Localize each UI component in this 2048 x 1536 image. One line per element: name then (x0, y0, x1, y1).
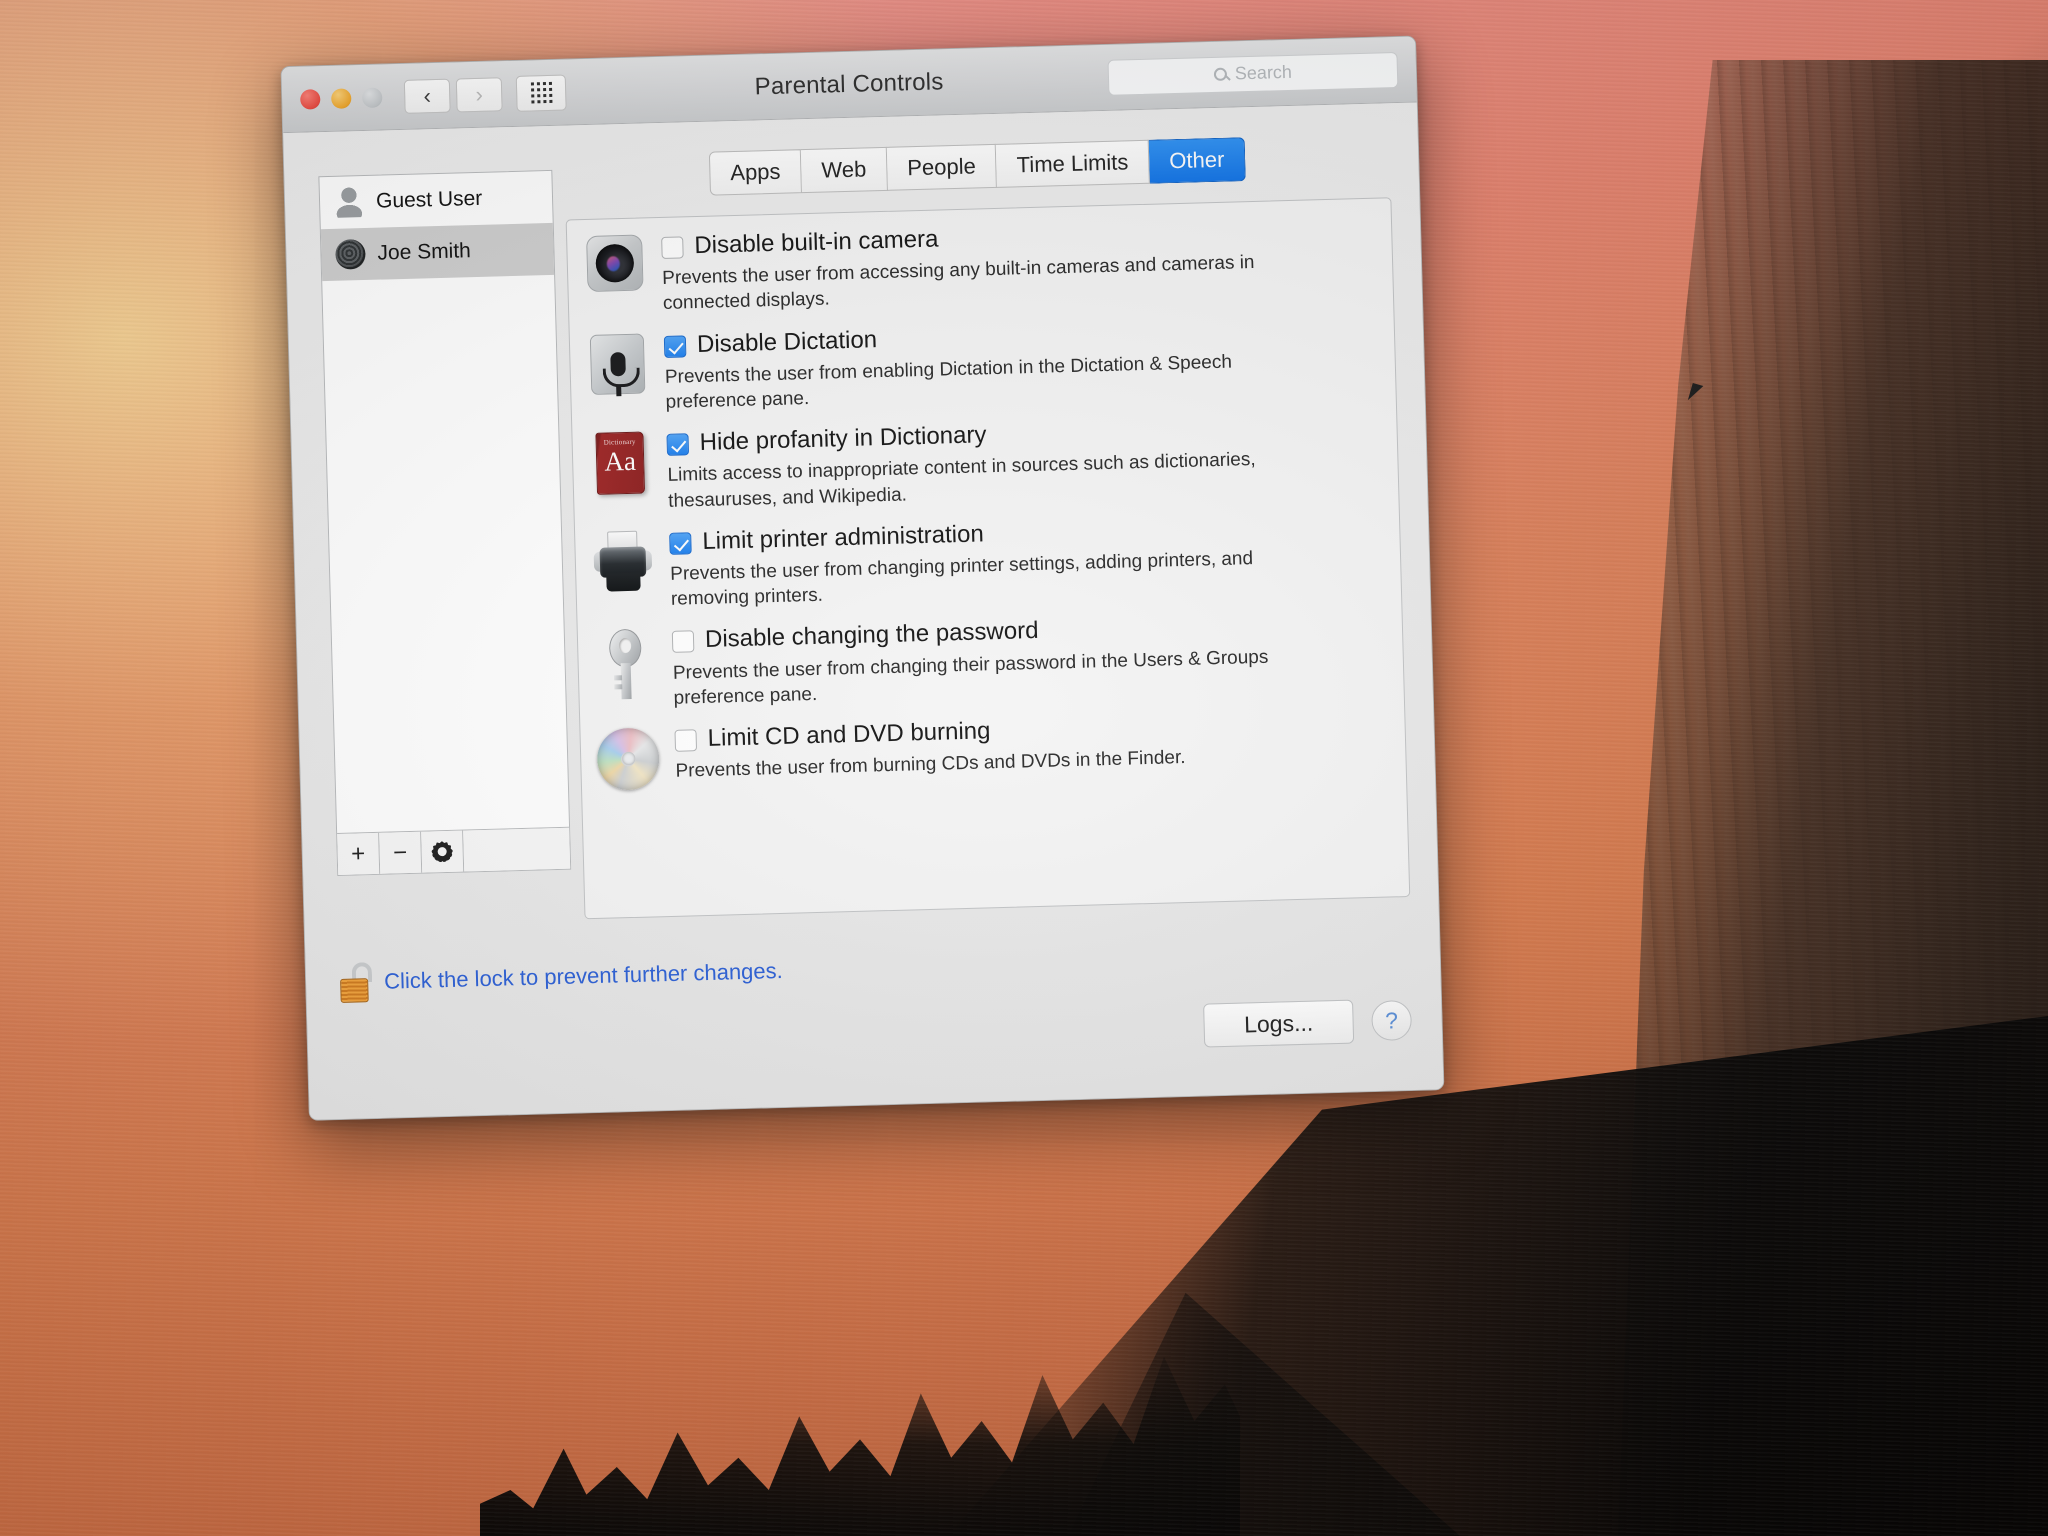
search-field[interactable]: Search (1107, 51, 1399, 96)
search-placeholder: Search (1234, 61, 1293, 84)
window-footer: Click the lock to prevent further change… (305, 919, 1443, 1120)
option-text: Disable Dictation Prevents the user from… (663, 311, 1376, 415)
option-icon (594, 626, 658, 712)
navigation-buttons: ‹ › (403, 76, 503, 114)
option-label: Disable changing the password (704, 617, 1039, 654)
option-text: Hide profanity in Dictionary Limits acce… (666, 410, 1378, 514)
lock-message[interactable]: Click the lock to prevent further change… (384, 958, 783, 995)
option-disable-dictation: Disable Dictation Prevents the user from… (586, 311, 1376, 417)
close-button[interactable] (300, 88, 321, 110)
help-button[interactable]: ? (1371, 999, 1413, 1042)
checkbox-limit-cd-and-dvd-burning[interactable] (674, 728, 698, 752)
option-description: Limits access to inappropriate content i… (667, 449, 1256, 512)
zoom-button[interactable] (361, 86, 383, 108)
option-description: Prevents the user from changing printer … (669, 548, 1254, 610)
option-icon: Dictionary Aa (588, 429, 652, 515)
option-icon (591, 528, 655, 614)
user-name: Joe Smith (377, 239, 472, 265)
traffic-lights (300, 86, 383, 110)
list-item-joe-smith[interactable]: Joe Smith (320, 222, 555, 282)
option-disable-built-in-camera: Disable built-in camera Prevents the use… (583, 213, 1373, 319)
option-disable-changing-the-password: Disable changing the password Prevents t… (594, 607, 1384, 713)
toolbar-filler (463, 827, 571, 872)
option-description: Prevents the user from changing their pa… (672, 646, 1269, 709)
option-text: Limit printer administration Prevents th… (669, 508, 1381, 612)
tab-bar: Apps Web People Time Limits Other (564, 133, 1391, 199)
printer-icon (593, 530, 653, 594)
checkbox-hide-profanity-in-dictionary[interactable] (666, 433, 690, 456)
option-icon (583, 232, 647, 318)
option-label: Limit CD and DVD burning (707, 716, 991, 752)
user-list-rows: Guest User Joe Smith (319, 171, 569, 833)
add-user-button[interactable]: + (337, 832, 381, 875)
tab-web[interactable]: Web (800, 146, 888, 194)
window-body: Guest User Joe Smith + − Apps Web People… (283, 102, 1444, 1120)
option-description: Prevents the user from enabling Dictatio… (664, 351, 1233, 413)
minimize-button[interactable] (330, 87, 352, 109)
tab-apps[interactable]: Apps (708, 149, 803, 196)
grid-dots-icon (530, 81, 552, 104)
option-label: Disable Dictation (696, 325, 878, 358)
camera-icon (586, 234, 644, 292)
search-icon (1213, 67, 1228, 81)
option-limit-cd-and-dvd-burning: Limit CD and DVD burning Prevents the us… (596, 705, 1385, 791)
option-label: Hide profanity in Dictionary (699, 421, 987, 457)
checkbox-limit-printer-administration[interactable] (669, 531, 692, 555)
user-list-toolbar: + − (337, 826, 571, 875)
checkbox-disable-changing-the-password[interactable] (671, 630, 695, 654)
option-icon (586, 331, 650, 417)
option-text: Limit CD and DVD burning Prevents the us… (674, 705, 1385, 788)
show-all-button[interactable] (515, 74, 567, 112)
option-icon (596, 725, 661, 791)
option-label: Disable built-in camera (694, 225, 939, 260)
guest-user-icon (333, 187, 365, 218)
user-avatar-icon (335, 238, 366, 270)
gear-icon (431, 841, 453, 863)
logs-button[interactable]: Logs... (1203, 999, 1355, 1048)
other-options-panel: Disable built-in camera Prevents the use… (565, 197, 1411, 920)
tab-time-limits[interactable]: Time Limits (996, 139, 1150, 188)
checkbox-disable-dictation[interactable] (663, 334, 687, 358)
back-button[interactable]: ‹ (403, 78, 451, 114)
dictionary-icon: Dictionary Aa (595, 431, 646, 495)
checkbox-disable-built-in-camera[interactable] (661, 236, 684, 259)
cd-disc-icon (596, 726, 661, 791)
list-item-guest-user[interactable]: Guest User (319, 171, 552, 229)
option-description: Prevents the user from accessing any bui… (661, 252, 1255, 315)
dictionary-icon-glyph: Aa (604, 445, 637, 477)
action-menu-button[interactable] (421, 830, 465, 873)
option-hide-profanity-in-dictionary: Dictionary Aa Hide profanity in Dictiona… (588, 410, 1378, 516)
option-text: Disable built-in camera Prevents the use… (661, 213, 1373, 317)
remove-user-button[interactable]: − (379, 831, 423, 874)
tab-people[interactable]: People (886, 143, 998, 191)
unlocked-padlock-icon[interactable] (340, 962, 373, 1003)
user-name: Guest User (375, 186, 483, 213)
option-label: Limit printer administration (702, 520, 985, 555)
parental-controls-window[interactable]: ‹ › Parental Controls Search Guest User (280, 35, 1445, 1121)
option-text: Disable changing the password Prevents t… (671, 607, 1384, 711)
user-list[interactable]: Guest User Joe Smith + − (318, 169, 572, 876)
forward-button[interactable]: › (455, 76, 503, 112)
option-limit-printer-administration: Limit printer administration Prevents th… (591, 508, 1381, 614)
tab-other[interactable]: Other (1148, 137, 1246, 184)
microphone-icon (589, 333, 646, 395)
key-icon (605, 628, 647, 700)
